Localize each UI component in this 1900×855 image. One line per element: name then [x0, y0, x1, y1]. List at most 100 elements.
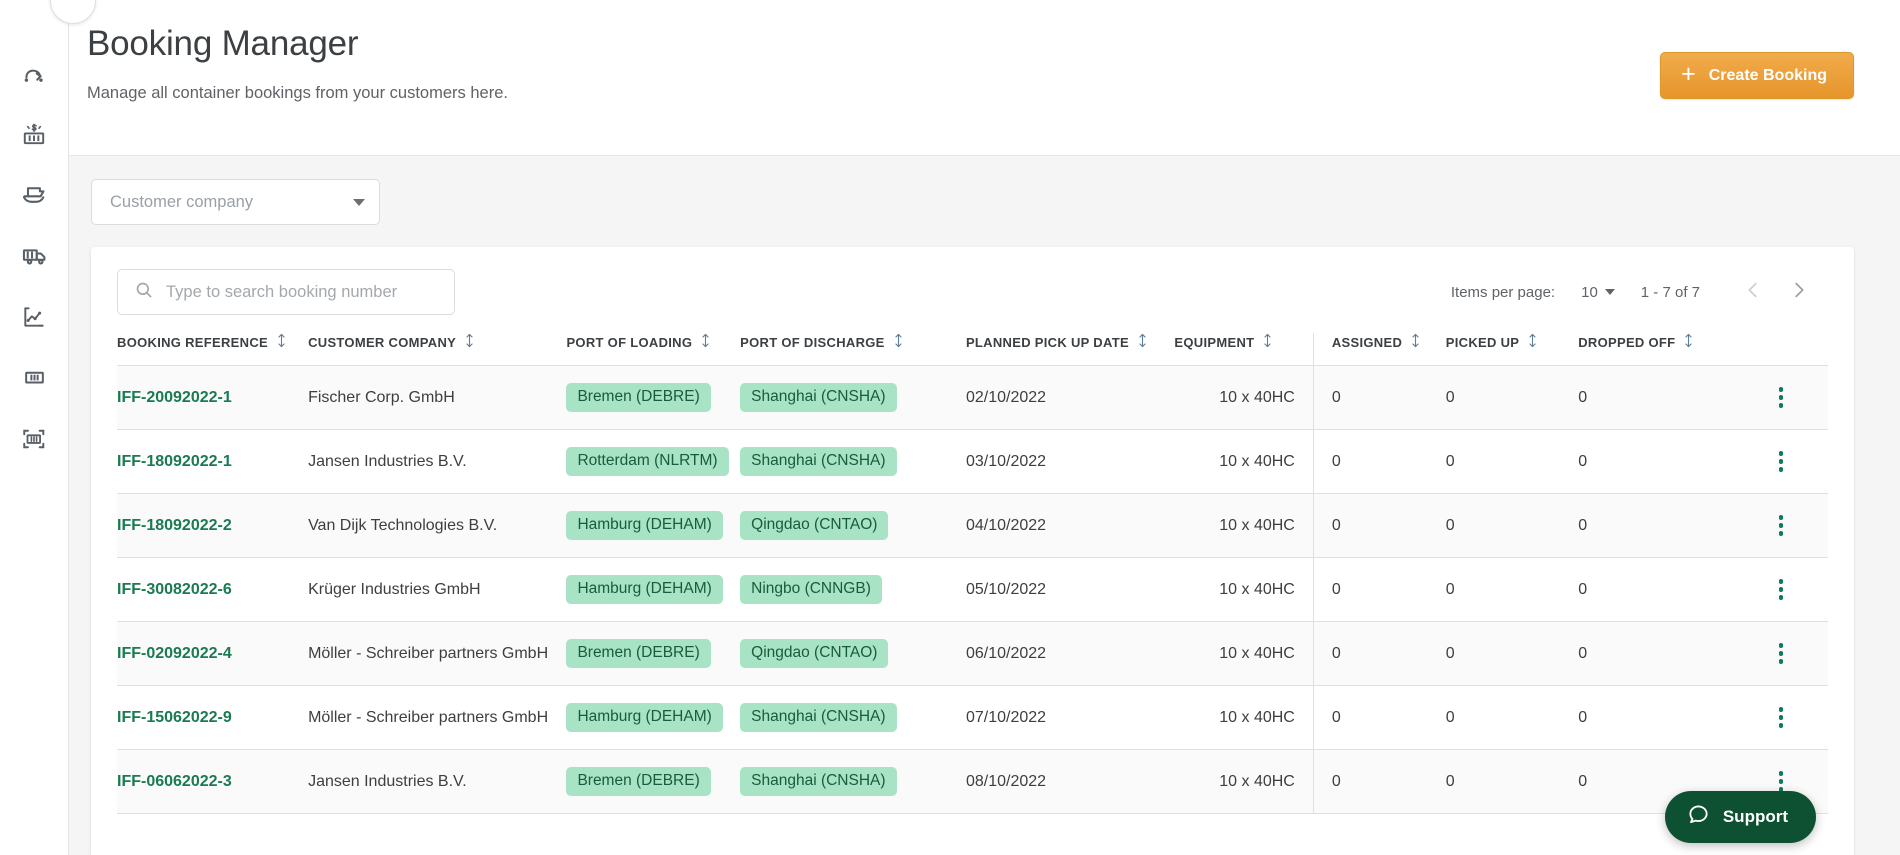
kebab-menu-icon[interactable] — [1764, 579, 1798, 600]
ship-icon — [21, 181, 48, 208]
container-icon — [22, 365, 47, 390]
cell-assigned: 0 — [1313, 366, 1445, 430]
column-header-assigned[interactable]: ASSIGNED — [1313, 333, 1445, 366]
sidebar-item-transfers[interactable] — [0, 42, 69, 103]
column-header-planned-pick-up-date[interactable]: PLANNED PICK UP DATE — [966, 333, 1174, 366]
kebab-menu-icon[interactable] — [1764, 771, 1798, 792]
cell-picked-up: 0 — [1446, 558, 1578, 622]
column-header-dropped-off[interactable]: DROPPED OFF — [1578, 333, 1752, 366]
cell-customer: Möller - Schreiber partners GmbH — [308, 686, 566, 750]
chevron-left-icon — [1742, 279, 1764, 305]
next-page-button[interactable] — [1776, 269, 1822, 315]
sidebar-item-tracking[interactable] — [0, 408, 69, 469]
table-row[interactable]: IFF-15062022-9 Möller - Schreiber partner… — [117, 686, 1828, 750]
search-icon — [134, 280, 154, 305]
sidebar-item-pricing[interactable] — [0, 103, 69, 164]
cell-customer: Möller - Schreiber partners GmbH — [308, 622, 566, 686]
cell-port-of-discharge: Shanghai (CNSHA) — [740, 686, 966, 750]
cell-dropped-off: 0 — [1578, 622, 1752, 686]
support-button[interactable]: Support — [1665, 791, 1816, 843]
table-row[interactable]: IFF-06062022-3Jansen Industries B.V.Brem… — [117, 750, 1828, 814]
cell-customer: Krüger Industries GmbH — [308, 558, 566, 622]
cell-equipment: 10 x 40HC — [1174, 558, 1313, 622]
table-row[interactable]: IFF-18092022-1Jansen Industries B.V.Rott… — [117, 430, 1828, 494]
kebab-menu-icon[interactable] — [1764, 643, 1798, 664]
kebab-menu-icon[interactable] — [1764, 451, 1798, 472]
chevron-right-icon — [1788, 279, 1810, 305]
kebab-menu-icon[interactable] — [1764, 707, 1798, 728]
search-input[interactable] — [166, 283, 442, 302]
table-row[interactable]: IFF-02092022-4 Möller - Schreiber partner… — [117, 622, 1828, 686]
cell-planned-pick-up-date: 02/10/2022 — [966, 366, 1174, 430]
page-size-select[interactable]: 10 — [1581, 284, 1615, 301]
booking-reference-link[interactable]: IFF-30082022-6 — [117, 581, 232, 598]
sort-updown-icon — [1527, 333, 1538, 351]
cell-reference: IFF-02092022-4 — [117, 622, 308, 686]
previous-page-button[interactable] — [1730, 269, 1776, 315]
customer-company-select[interactable]: Customer company — [91, 179, 380, 225]
cell-reference: IFF-06062022-3 — [117, 750, 308, 814]
sort-updown-icon — [464, 333, 475, 351]
booking-reference-link[interactable]: IFF-15062022-9 — [117, 709, 232, 726]
cell-actions — [1752, 494, 1828, 558]
bookings-table-wrap: BOOKING REFERENCE — [91, 333, 1854, 814]
cell-reference: IFF-20092022-1 — [117, 366, 308, 430]
search-booking-box[interactable] — [117, 269, 455, 315]
column-header-port-of-discharge[interactable]: PORT OF DISCHARGE — [740, 333, 966, 366]
booking-reference-link[interactable]: IFF-02092022-4 — [117, 645, 232, 662]
sort-updown-icon — [276, 333, 287, 351]
table-row[interactable]: IFF-18092022-2Van Dijk Technologies B.V.… — [117, 494, 1828, 558]
cell-port-of-discharge: Qingdao (CNTAO) — [740, 622, 966, 686]
route-transfer-icon — [21, 60, 47, 86]
port-of-loading-badge: Bremen (DEBRE) — [566, 639, 710, 668]
table-toolbar: Items per page: 10 1 - 7 of 7 — [91, 247, 1854, 333]
column-header-customer[interactable]: CUSTOMER COMPANY — [308, 333, 566, 366]
column-label: PORT OF DISCHARGE — [740, 335, 885, 350]
column-label: DROPPED OFF — [1578, 335, 1675, 350]
column-header-equipment[interactable]: EQUIPMENT — [1174, 333, 1313, 366]
sidebar-item-containers[interactable] — [0, 347, 69, 408]
cell-planned-pick-up-date: 08/10/2022 — [966, 750, 1174, 814]
cell-dropped-off: 0 — [1578, 494, 1752, 558]
column-header-port-of-loading[interactable]: PORT OF LOADING — [566, 333, 740, 366]
column-header-reference[interactable]: BOOKING REFERENCE — [117, 333, 308, 366]
left-sidebar — [0, 0, 69, 855]
cell-planned-pick-up-date: 07/10/2022 — [966, 686, 1174, 750]
kebab-menu-icon[interactable] — [1764, 387, 1798, 408]
cell-planned-pick-up-date: 06/10/2022 — [966, 622, 1174, 686]
booking-reference-link[interactable]: IFF-06062022-3 — [117, 773, 232, 790]
cell-port-of-loading: Rotterdam (NLRTM) — [566, 430, 740, 494]
table-row[interactable]: IFF-20092022-1Fischer Corp. GmbHBremen (… — [117, 366, 1828, 430]
sort-updown-icon — [893, 333, 904, 351]
sidebar-item-vessels[interactable] — [0, 164, 69, 225]
customer-company-select-label: Customer company — [110, 193, 353, 212]
cell-equipment: 10 x 40HC — [1174, 494, 1313, 558]
cell-reference: IFF-30082022-6 — [117, 558, 308, 622]
create-booking-button[interactable]: + Create Booking — [1660, 52, 1854, 99]
booking-manager-page: Booking Manager Manage all container boo… — [0, 0, 1900, 855]
cell-port-of-discharge: Shanghai (CNSHA) — [740, 750, 966, 814]
container-price-icon — [21, 121, 47, 147]
analytics-chart-icon — [21, 304, 47, 330]
column-header-actions — [1752, 333, 1828, 366]
port-of-loading-badge: Bremen (DEBRE) — [566, 383, 710, 412]
cell-assigned: 0 — [1313, 686, 1445, 750]
cell-reference: IFF-18092022-1 — [117, 430, 308, 494]
container-scan-icon — [21, 426, 47, 452]
table-row[interactable]: IFF-30082022-6Krüger Industries GmbHHamb… — [117, 558, 1828, 622]
column-label: PLANNED PICK UP DATE — [966, 335, 1129, 350]
cell-port-of-loading: Bremen (DEBRE) — [566, 750, 740, 814]
kebab-menu-icon[interactable] — [1764, 515, 1798, 536]
port-of-loading-badge: Hamburg (DEHAM) — [566, 703, 722, 732]
items-per-page-label: Items per page: — [1451, 284, 1555, 301]
sidebar-item-analytics[interactable] — [0, 286, 69, 347]
cell-actions — [1752, 686, 1828, 750]
booking-reference-link[interactable]: IFF-18092022-1 — [117, 453, 232, 470]
booking-reference-link[interactable]: IFF-18092022-2 — [117, 517, 232, 534]
cell-assigned: 0 — [1313, 494, 1445, 558]
booking-reference-link[interactable]: IFF-20092022-1 — [117, 389, 232, 406]
cell-actions — [1752, 622, 1828, 686]
sidebar-item-transport[interactable] — [0, 225, 69, 286]
column-header-picked-up[interactable]: PICKED UP — [1446, 333, 1578, 366]
column-label: PICKED UP — [1446, 335, 1520, 350]
